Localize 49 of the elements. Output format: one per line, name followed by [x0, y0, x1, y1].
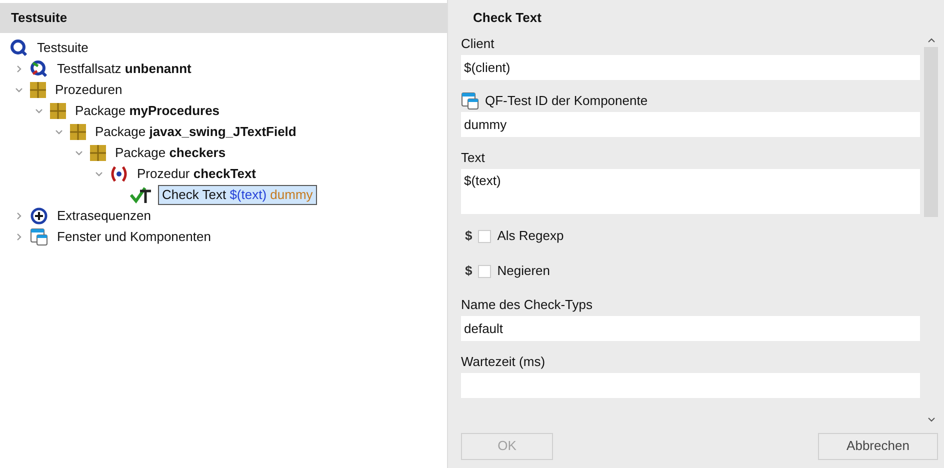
checkbox-label: Als Regexp: [497, 227, 564, 246]
tree-item[interactable]: Testsuite: [34, 38, 92, 58]
package-icon: [70, 124, 86, 140]
q-logo-icon: [30, 60, 48, 78]
dialog-button[interactable]: Abbrechen: [818, 432, 938, 460]
tree-toggle[interactable]: [94, 170, 104, 178]
tree-item[interactable]: Package myProcedures: [72, 100, 223, 120]
tree-item[interactable]: Package javax_swing_JTextField: [92, 122, 300, 142]
tree-item[interactable]: Fenster und Komponenten: [54, 226, 214, 246]
package-icon: [30, 82, 46, 98]
tree-toggle[interactable]: [74, 148, 84, 156]
input-field[interactable]: default: [461, 316, 920, 341]
variable-sign: $: [465, 262, 472, 280]
package-icon: [90, 144, 106, 160]
tree-item[interactable]: Extrasequenzen: [54, 206, 154, 226]
field-label: Client: [461, 35, 494, 54]
tree-toggle[interactable]: [14, 64, 24, 72]
window-icon: [30, 228, 48, 246]
check-text-icon: [130, 186, 152, 204]
tree-item[interactable]: Prozeduren: [52, 80, 126, 100]
tree-item[interactable]: Package checkers: [112, 142, 229, 162]
q-logo-icon: [10, 38, 28, 56]
input-field[interactable]: $(client): [461, 55, 920, 80]
input-field[interactable]: $(text): [461, 169, 920, 214]
input-field[interactable]: dummy: [461, 112, 920, 137]
panel-header: Testsuite: [0, 3, 447, 33]
tree-toggle[interactable]: [54, 128, 64, 136]
tree-toggle[interactable]: [34, 106, 44, 114]
scroll-down-icon[interactable]: [928, 416, 934, 422]
detail-title: Check Text: [472, 9, 542, 28]
procedure-icon: [110, 164, 128, 182]
field-label: Name des Check-Typs: [461, 296, 592, 314]
field-label: QF-Test ID der Komponente: [485, 92, 648, 110]
checkbox[interactable]: [478, 230, 492, 242]
tree-toggle[interactable]: [14, 232, 24, 240]
window-icon: [461, 92, 479, 110]
tree-toggle[interactable]: [14, 212, 24, 220]
tree-item[interactable]: Prozedur checkText: [134, 164, 260, 184]
scroll-up-icon[interactable]: [928, 38, 934, 42]
plus-circle-icon: [30, 206, 48, 224]
field-label: Text: [461, 149, 485, 168]
field-label: Wartezeit (ms): [461, 353, 546, 372]
variable-sign: $: [465, 227, 472, 246]
checkbox-label: Negieren: [497, 262, 550, 280]
checkbox[interactable]: [478, 264, 492, 278]
tree-item[interactable]: Check Text $(text) dummy: [158, 184, 317, 204]
tree-toggle[interactable]: [14, 86, 24, 94]
package-icon: [50, 102, 66, 118]
tree-item[interactable]: Testfallsatz unbenannt: [54, 58, 194, 78]
